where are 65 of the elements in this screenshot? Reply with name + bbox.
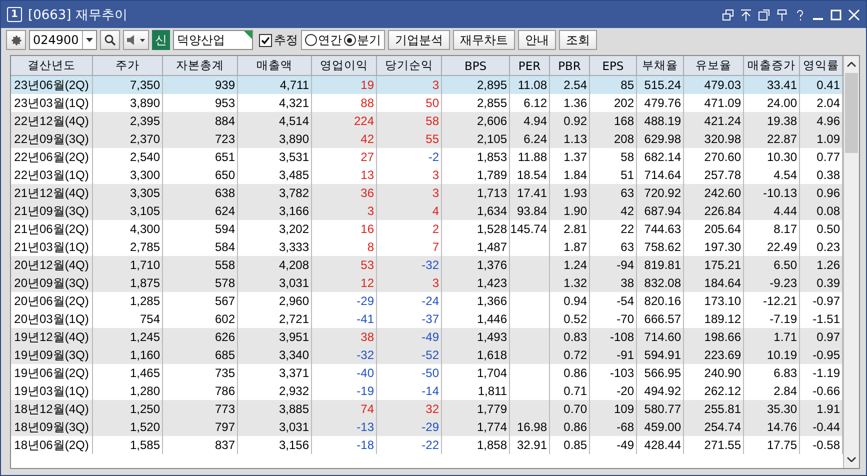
scrollbar-thumb[interactable] bbox=[845, 73, 858, 153]
toolbar-button[interactable]: 안내 bbox=[518, 30, 556, 50]
caret-icon bbox=[86, 38, 93, 42]
maximize-icon[interactable] bbox=[830, 8, 842, 20]
table-cell: -18 bbox=[312, 436, 377, 454]
table-cell: 18년06월(2Q) bbox=[11, 436, 93, 454]
table-row[interactable]: 20년12월(4Q) 1,710 558 4,208 53 -32 1,376 1.24 -94 819.81 175.21 6.50 1.26 bbox=[11, 256, 843, 274]
speaker-button[interactable] bbox=[122, 30, 149, 50]
column-header[interactable]: 결산년도 bbox=[11, 56, 93, 75]
help-icon[interactable] bbox=[794, 8, 806, 20]
table-row[interactable]: 22년12월(4Q) 2,395 884 4,514 224 58 2,606 4.94 0.92 168 488.19 421.24 19.38 4.96 bbox=[11, 112, 843, 130]
table-row[interactable]: 22년09월(3Q) 2,370 723 3,890 42 55 2,105 6.24 1.13 208 629.98 320.98 22.87 1.09 bbox=[11, 130, 843, 148]
table-cell: 32.91 bbox=[510, 436, 550, 454]
table-cell: 837 bbox=[163, 436, 238, 454]
column-header[interactable]: PBR bbox=[550, 56, 590, 75]
toolbar-button[interactable]: 재무차트 bbox=[452, 30, 515, 50]
pin-icon[interactable] bbox=[776, 8, 788, 20]
table-cell: 1,585 bbox=[93, 436, 163, 454]
gear-icon bbox=[10, 34, 22, 46]
column-header[interactable]: EPS bbox=[590, 56, 637, 75]
window-title: [0663] 재무추이 bbox=[28, 6, 128, 24]
new-listing-tag: 신 bbox=[152, 30, 170, 50]
column-header[interactable]: 부채율 bbox=[637, 56, 684, 75]
toolbar-button[interactable]: 조회 bbox=[558, 30, 597, 50]
table-row[interactable]: 21년12월(4Q) 3,305 638 3,782 36 3 1,713 17.41 1.93 63 720.92 242.60 -10.13 0.96 bbox=[11, 184, 843, 202]
close-icon[interactable] bbox=[848, 8, 860, 20]
column-header[interactable]: 자본총계 bbox=[163, 56, 238, 75]
toolbar-button[interactable]: 기업분석 bbox=[388, 30, 450, 50]
window-badge: 1 bbox=[7, 7, 22, 22]
table-cell: -22 bbox=[377, 436, 442, 454]
checkmark-icon bbox=[260, 36, 270, 44]
table-cell: 17.75 bbox=[744, 436, 800, 454]
column-header[interactable]: 매출증가 bbox=[744, 56, 800, 75]
search-button[interactable] bbox=[100, 30, 120, 50]
table-row[interactable]: 18년12월(4Q) 1,250 773 3,885 74 32 1,779 0.70 109 580.77 255.81 35.30 1.91 bbox=[11, 400, 843, 418]
column-header[interactable]: 유보율 bbox=[684, 56, 744, 75]
column-header[interactable]: 주가 bbox=[93, 56, 163, 75]
estimate-checkbox[interactable]: 추정 bbox=[258, 32, 298, 48]
column-header[interactable]: 영업이익 bbox=[312, 56, 377, 75]
table-row[interactable]: 18년09월(3Q) 1,520 797 3,031 -13 -29 1,774 16.98 0.86 -68 459.00 254.74 14.76 -0.44 bbox=[11, 418, 843, 436]
table-cell: 3,156 bbox=[238, 436, 312, 454]
table-row[interactable]: 23년06월(2Q) 7,350 939 4,711 19 3 2,895 11.08 2.54 85 515.24 479.03 33.41 0.41 bbox=[11, 76, 843, 94]
search-icon bbox=[104, 34, 116, 46]
column-header[interactable]: 매출액 bbox=[238, 56, 312, 75]
table-row[interactable]: 20년09월(3Q) 1,875 578 3,031 12 3 1,423 1.32 38 832.08 184.64 -9.23 0.39 bbox=[11, 274, 843, 292]
table-row[interactable]: 21년09월(3Q) 3,105 624 3,166 3 4 1,634 93.84 1.90 42 687.94 226.84 4.44 0.08 bbox=[11, 202, 843, 220]
pin-top-icon[interactable] bbox=[740, 8, 752, 20]
period-radio[interactable]: 연간 bbox=[304, 32, 342, 48]
column-header[interactable]: PER bbox=[510, 56, 550, 75]
table-row[interactable]: 19년12월(4Q) 1,245 626 3,951 38 -49 1,493 0.83 -108 714.60 198.66 1.71 0.97 bbox=[11, 328, 843, 346]
stock-code-field[interactable]: 024900 bbox=[29, 30, 97, 50]
company-name-field[interactable]: 덕양산업 bbox=[172, 30, 253, 50]
speaker-icon bbox=[126, 34, 146, 46]
column-header[interactable]: 당기순익 bbox=[377, 56, 442, 75]
table-cell: -49 bbox=[590, 436, 637, 454]
table-cell: 1,858 bbox=[442, 436, 510, 454]
period-radio[interactable]: 분기 bbox=[344, 32, 381, 48]
settings-button[interactable] bbox=[6, 30, 26, 50]
table-cell: 271.55 bbox=[684, 436, 744, 454]
corner-mark-icon bbox=[244, 31, 252, 39]
column-header[interactable]: BPS bbox=[442, 56, 510, 75]
windows-icon[interactable] bbox=[722, 8, 734, 20]
table-cell: 428.44 bbox=[637, 436, 684, 454]
table-row[interactable]: 19년09월(3Q) 1,160 685 3,340 -32 -52 1,618 0.72 -91 594.91 223.69 10.19 -0.95 bbox=[11, 346, 843, 364]
table-cell: 0.85 bbox=[550, 436, 590, 454]
